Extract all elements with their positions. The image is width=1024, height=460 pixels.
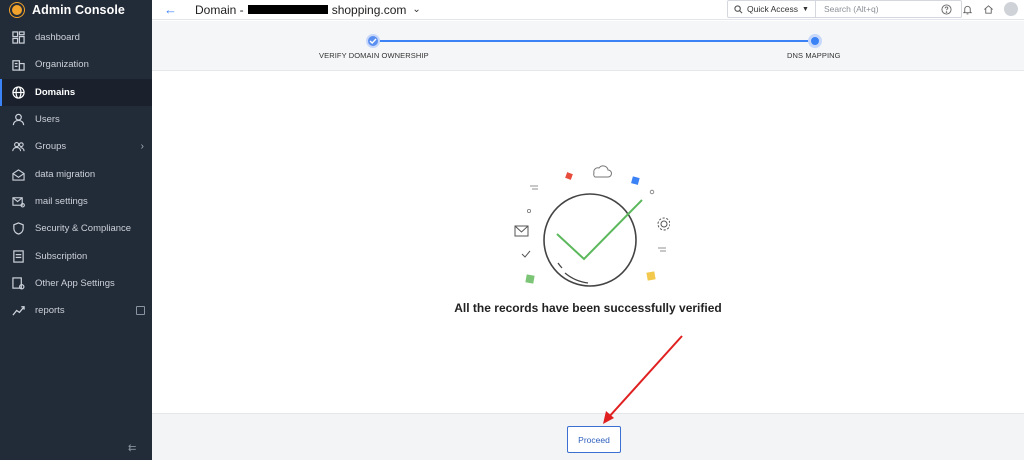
- sidebar-item-security[interactable]: Security & Compliance: [0, 215, 152, 242]
- header-icons: [941, 2, 1018, 16]
- sidebar-item-organization[interactable]: Organization: [0, 51, 152, 78]
- organization-icon: [12, 60, 25, 72]
- app-title: Admin Console: [32, 3, 125, 17]
- dashboard-icon: [12, 31, 25, 44]
- sidebar-item-dashboard[interactable]: dashboard: [0, 24, 152, 51]
- search-icon: [734, 4, 743, 13]
- domain-title-suffix: shopping.com: [331, 2, 407, 17]
- user-icon: [12, 113, 25, 126]
- sidebar-item-label: dashboard: [35, 32, 80, 44]
- sidebar-item-label: Domains: [35, 86, 76, 98]
- sidebar-item-other-app-settings[interactable]: Other App Settings: [0, 270, 152, 297]
- step-connector: [372, 40, 815, 42]
- app-settings-icon: [12, 277, 25, 290]
- redacted-text: [247, 5, 328, 14]
- quick-access-label: Quick Access: [747, 4, 799, 14]
- sidebar-item-label: reports: [35, 305, 65, 317]
- step-1-label: VERIFY DOMAIN OWNERSHIP: [319, 51, 429, 60]
- sidebar-item-data-migration[interactable]: data migration: [0, 160, 152, 187]
- domain-title[interactable]: Domain - shopping.com ⌄: [195, 3, 421, 17]
- home-icon[interactable]: [983, 4, 994, 15]
- bell-icon[interactable]: [962, 4, 973, 15]
- sidebar-item-label: Users: [35, 114, 60, 126]
- sidebar-item-label: Groups: [35, 141, 67, 153]
- step-1-completed[interactable]: [366, 34, 380, 48]
- step-2-label: DNS MAPPING: [787, 51, 841, 60]
- sidebar-item-reports[interactable]: reports: [0, 297, 152, 324]
- step-2-current[interactable]: [808, 34, 822, 48]
- success-message: All the records have been successfully v…: [454, 301, 722, 315]
- back-arrow-icon[interactable]: ←: [164, 3, 177, 16]
- proceed-button[interactable]: Proceed: [567, 426, 621, 453]
- caret-down-icon: ▼: [802, 5, 809, 13]
- subscription-icon: [13, 249, 24, 263]
- help-icon[interactable]: [941, 3, 952, 15]
- groups-icon: [12, 142, 25, 152]
- chevron-down-icon[interactable]: ⌄: [412, 4, 420, 15]
- collapse-sidebar-icon[interactable]: ⇇: [128, 443, 136, 454]
- stepper: VERIFY DOMAIN OWNERSHIP DNS MAPPING: [152, 21, 1024, 71]
- sidebar-item-subscription[interactable]: Subscription: [0, 242, 152, 269]
- top-header: ← Domain - shopping.com ⌄ Quick Access ▼…: [152, 0, 1024, 20]
- reports-icon: [12, 306, 25, 316]
- sidebar-item-label: Other App Settings: [35, 277, 115, 289]
- sidebar-item-mail-settings[interactable]: mail settings: [0, 188, 152, 215]
- domain-title-prefix: Domain -: [195, 2, 244, 17]
- admin-logo-icon: [10, 3, 24, 17]
- sidebar-item-users[interactable]: Users: [0, 106, 152, 133]
- sidebar-item-domains[interactable]: Domains: [0, 78, 152, 107]
- sidebar-item-label: Subscription: [35, 250, 88, 262]
- globe-icon: [12, 86, 25, 99]
- sidebar-nav: dashboard Organization Domains Users Gro…: [0, 24, 152, 324]
- quick-access-bar: Quick Access ▼ Search (Alt+q): [727, 0, 962, 18]
- quick-access-button[interactable]: Quick Access ▼: [728, 1, 816, 17]
- shield-icon: [13, 222, 24, 235]
- sidebar-item-label: mail settings: [35, 195, 88, 207]
- external-link-icon[interactable]: [136, 306, 145, 316]
- brand: Admin Console: [0, 0, 152, 20]
- sidebar-item-groups[interactable]: Groups ›: [0, 133, 152, 160]
- sidebar-item-label: data migration: [35, 168, 96, 180]
- footer-bar: Proceed: [152, 413, 1024, 460]
- sidebar: Admin Console dashboard Organization Dom…: [0, 0, 152, 460]
- sidebar-item-label: Organization: [35, 59, 89, 71]
- chevron-right-icon: ›: [140, 141, 144, 153]
- sidebar-item-label: Security & Compliance: [35, 223, 132, 235]
- mail-settings-icon: [12, 197, 25, 208]
- success-illustration: [514, 165, 670, 287]
- migration-icon: [12, 168, 25, 181]
- avatar[interactable]: [1004, 2, 1018, 16]
- search-input[interactable]: Search (Alt+q): [816, 4, 879, 14]
- checkmark-icon: [369, 38, 377, 44]
